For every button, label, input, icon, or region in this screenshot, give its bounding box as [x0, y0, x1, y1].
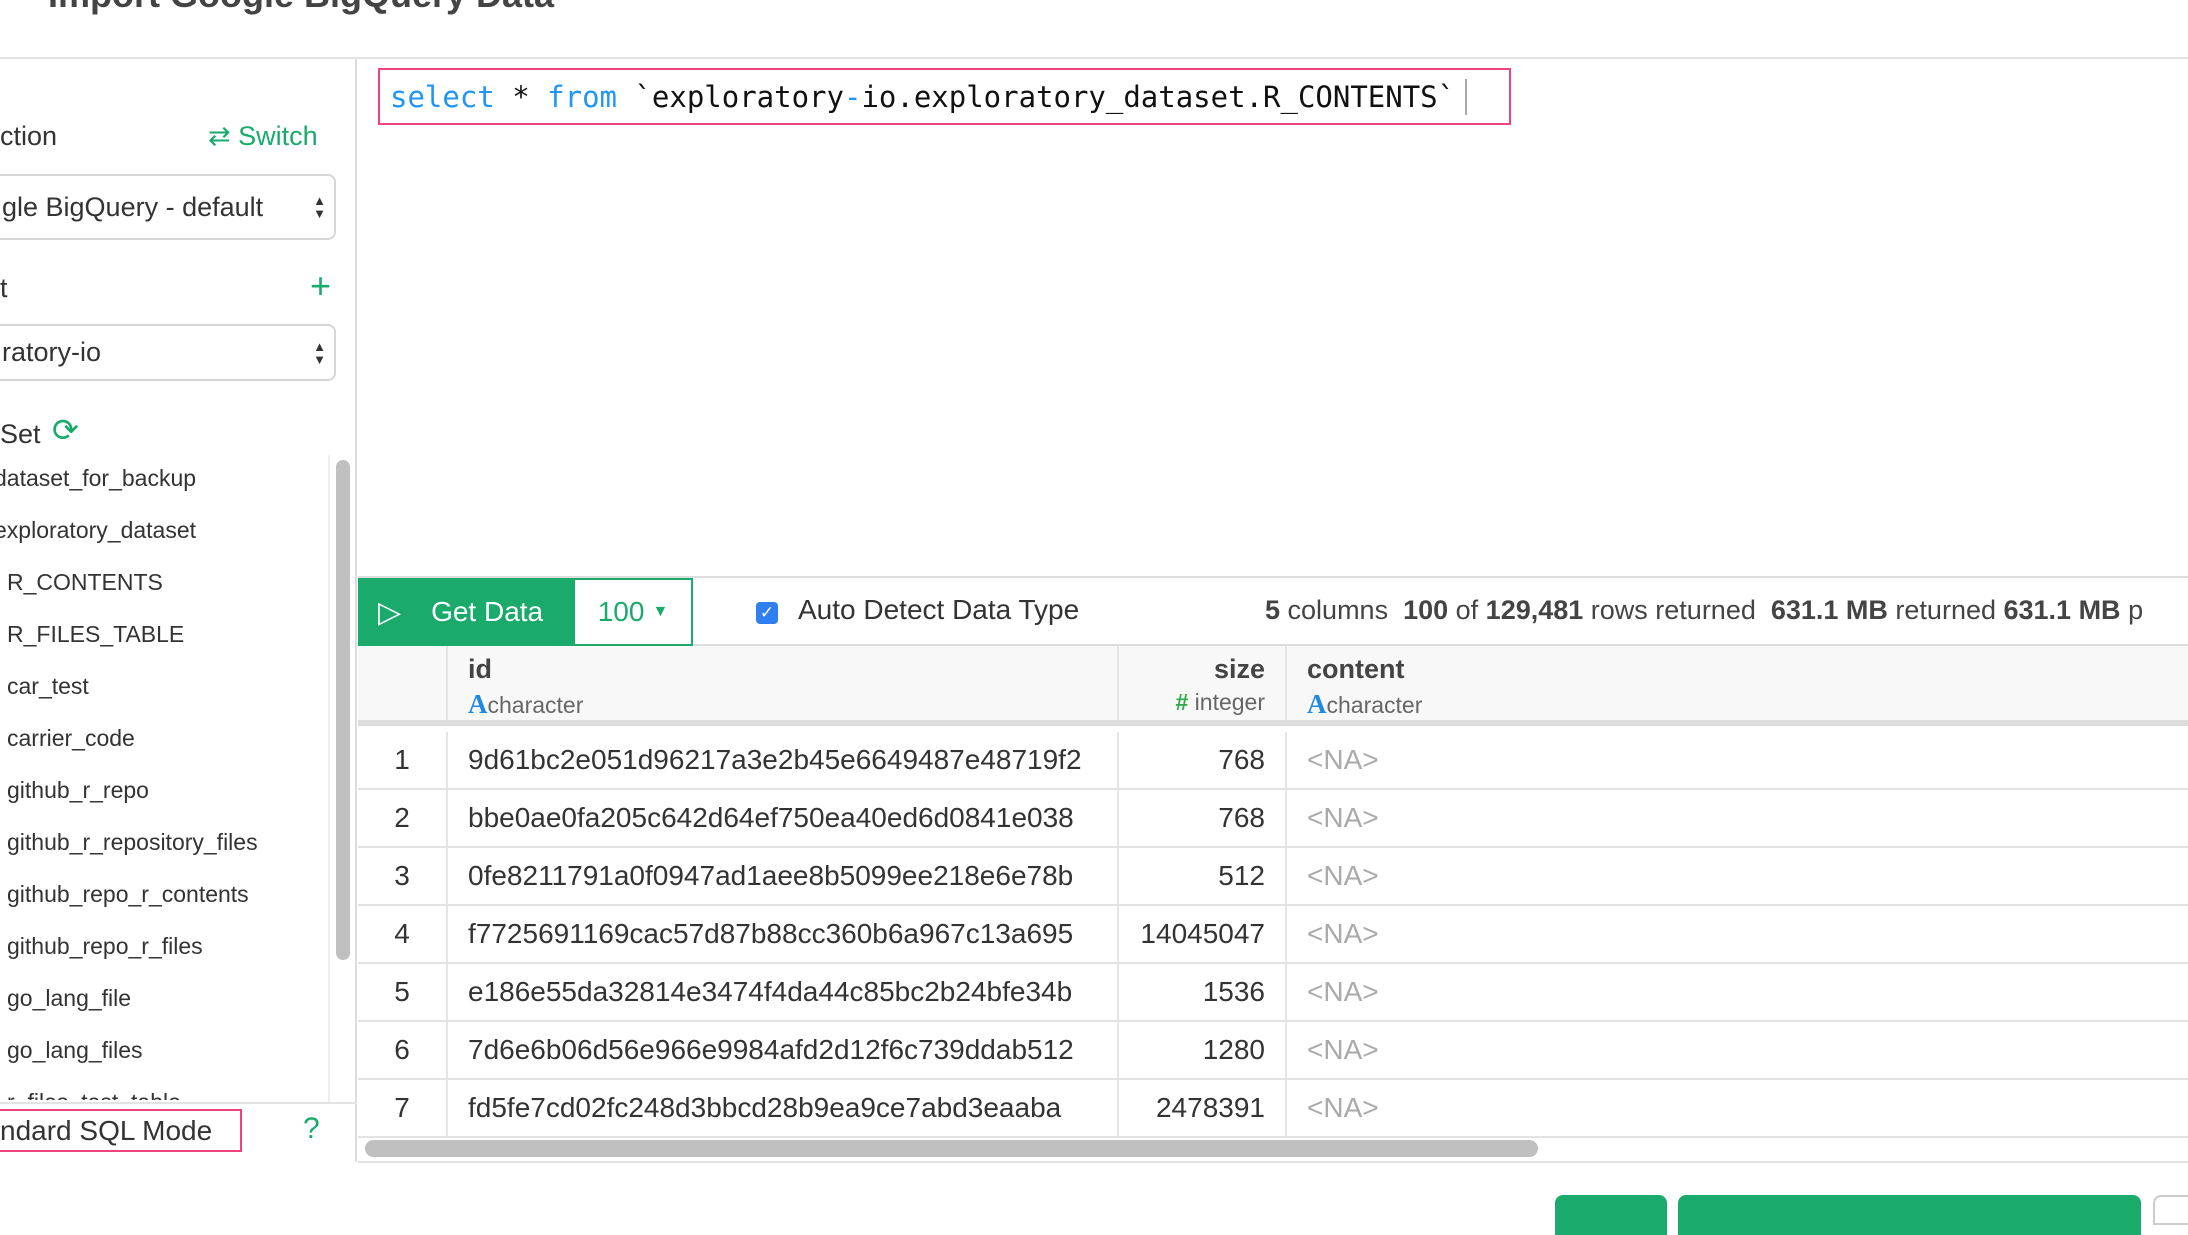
connection-label: ction — [0, 121, 58, 151]
id-cell: 9d61bc2e051d96217a3e2b45e6649487e48719f2 — [448, 732, 1119, 788]
row-number: 5 — [358, 964, 448, 1020]
size-cell: 14045047 — [1119, 906, 1287, 962]
play-icon: ▷ — [378, 595, 402, 629]
dataset-list-item[interactable]: dataset_for_backup — [0, 465, 196, 492]
content-cell: <NA> — [1307, 1092, 1379, 1123]
cancel-button[interactable] — [2153, 1195, 2188, 1225]
text-cursor — [1465, 78, 1468, 115]
dataset-list-item[interactable]: carrier_code — [7, 725, 135, 752]
row-number: 2 — [358, 790, 448, 846]
auto-detect-checkbox[interactable]: ✓ — [756, 602, 778, 624]
character-type-icon: A — [468, 689, 488, 719]
sql-editor[interactable]: select * from `exploratory - io.explorator… — [378, 68, 1511, 125]
content-cell: <NA> — [1307, 744, 1379, 775]
id-cell: f7725691169cac57d87b88cc360b6a967c13a695 — [448, 906, 1119, 962]
sql-keyword: select — [390, 79, 495, 114]
size-cell: 1280 — [1119, 1022, 1287, 1078]
table-row: 7 fd5fe7cd02fc248d3bbcd28b9ea9ce7abd3eaab… — [358, 1080, 2188, 1138]
row-number: 6 — [358, 1022, 448, 1078]
size-cell: 2478391 — [1119, 1080, 1287, 1136]
project-label: t — [0, 273, 8, 303]
switch-button[interactable]: ⇄ Switch — [208, 121, 318, 152]
row-limit-value: 100 — [597, 596, 645, 627]
dataset-list-item[interactable]: r_files_test_table — [7, 1089, 181, 1100]
horizontal-scrollbar[interactable] — [365, 1140, 1538, 1157]
column-header-size[interactable]: size # integer — [1119, 646, 1287, 720]
list-scrollbar[interactable] — [336, 460, 350, 960]
dataset-list-item[interactable]: R_CONTENTS — [7, 569, 163, 596]
connection-select[interactable]: gle BigQuery - default ▲ ▼ — [0, 174, 336, 240]
character-type-icon: A — [1307, 689, 1327, 719]
dataset-list-item[interactable]: github_r_repository_files — [7, 829, 258, 856]
column-header-id[interactable]: id Acharacter — [448, 646, 1119, 720]
get-data-label: Get Data — [431, 596, 544, 627]
size-cell: 1536 — [1119, 964, 1287, 1020]
sidebar-footer-divider — [0, 1102, 357, 1104]
table-bottom-divider — [358, 1161, 2188, 1163]
table-row: 3 0fe8211791a0f0947ad1aee8b5099ee218e6e78… — [358, 848, 2188, 906]
auto-detect-label[interactable]: Auto Detect Data Type — [798, 594, 1079, 626]
table-row: 4 f7725691169cac57d87b88cc360b6a967c13a69… — [358, 906, 2188, 964]
row-number: 4 — [358, 906, 448, 962]
table-row: 5 e186e55da32814e3474f4da44c85bc2b24bfe34… — [358, 964, 2188, 1022]
dataset-list-item[interactable]: exploratory_dataset — [0, 517, 196, 544]
swap-icon: ⇄ — [208, 121, 231, 151]
result-status: 5 columns 100 of 129,481 rows returned 6… — [1265, 595, 2144, 625]
table-row: 1 9d61bc2e051d96217a3e2b45e6649487e48719f… — [358, 732, 2188, 790]
sql-text: * — [494, 79, 548, 114]
size-cell: 768 — [1119, 790, 1287, 846]
switch-label: Switch — [238, 121, 318, 151]
page-title: Import Google BigQuery Data — [48, 0, 554, 16]
import-button[interactable] — [1678, 1195, 2141, 1235]
select-arrows-icon: ▲ ▼ — [313, 193, 326, 221]
add-project-icon[interactable]: + — [310, 265, 331, 307]
get-data-button[interactable]: ▷ Get Data — [358, 578, 573, 646]
integer-type-icon: # — [1175, 689, 1189, 715]
refresh-icon[interactable]: ⟳ — [52, 411, 79, 449]
sql-text: `exploratory — [617, 79, 844, 114]
connection-value: gle BigQuery - default — [2, 191, 264, 222]
dataset-label: Set — [0, 419, 41, 449]
id-cell: fd5fe7cd02fc248d3bbcd28b9ea9ce7abd3eaaba — [448, 1080, 1119, 1136]
project-value: ratory-io — [2, 337, 102, 367]
project-select[interactable]: ratory-io ▲ ▼ — [0, 324, 336, 381]
id-cell: e186e55da32814e3474f4da44c85bc2b24bfe34b — [448, 964, 1119, 1020]
content-cell: <NA> — [1307, 918, 1379, 949]
id-cell: 7d6e6b06d56e966e9984afd2d12f6c739ddab512 — [448, 1022, 1119, 1078]
dataset-list-item[interactable]: go_lang_files — [7, 1037, 143, 1064]
dataset-list-item[interactable]: github_r_repo — [7, 777, 149, 804]
select-arrows-icon: ▲ ▼ — [313, 338, 326, 367]
row-number-header — [358, 646, 448, 720]
column-header-content[interactable]: content Acharacter — [1287, 646, 2188, 720]
content-cell: <NA> — [1307, 802, 1379, 833]
sql-text: io.exploratory_dataset.R_CONTENTS` — [861, 79, 1456, 114]
content-cell: <NA> — [1307, 1034, 1379, 1065]
table-header: id Acharacter size # integer content Achara… — [358, 646, 2188, 726]
dataset-list-item[interactable]: github_repo_r_contents — [7, 881, 249, 908]
standard-sql-mode-toggle[interactable]: ndard SQL Mode — [0, 1109, 242, 1152]
table-row: 6 7d6e6b06d56e966e9984afd2d12f6c739ddab51… — [358, 1022, 2188, 1080]
row-number: 3 — [358, 848, 448, 904]
dataset-list-item[interactable]: car_test — [7, 673, 89, 700]
help-icon[interactable]: ? — [303, 1112, 320, 1146]
id-cell: 0fe8211791a0f0947ad1aee8b5099ee218e6e78b — [448, 848, 1119, 904]
dataset-list: dataset_for_backup exploratory_dataset R_C… — [0, 460, 330, 1100]
dataset-list-item[interactable]: github_repo_r_files — [7, 933, 203, 960]
sql-operator: - — [843, 79, 862, 114]
size-cell: 512 — [1119, 848, 1287, 904]
save-button[interactable] — [1555, 1195, 1667, 1235]
content-cell: <NA> — [1307, 860, 1379, 891]
row-number: 1 — [358, 732, 448, 788]
sql-keyword: from — [547, 79, 617, 114]
table-row: 2 bbe0ae0fa205c642d64ef750ea40ed6d0841e03… — [358, 790, 2188, 848]
query-toolbar: ▷ Get Data 100 ▼ ✓ Auto Detect Data Type 5… — [358, 576, 2188, 646]
size-cell: 768 — [1119, 732, 1287, 788]
dataset-list-item[interactable]: go_lang_file — [7, 985, 131, 1012]
content-cell: <NA> — [1307, 976, 1379, 1007]
row-limit-dropdown[interactable]: 100 ▼ — [573, 578, 693, 646]
row-number: 7 — [358, 1080, 448, 1136]
id-cell: bbe0ae0fa205c642d64ef750ea40ed6d0841e038 — [448, 790, 1119, 846]
caret-down-icon: ▼ — [652, 603, 669, 620]
dataset-list-item[interactable]: R_FILES_TABLE — [7, 621, 184, 648]
